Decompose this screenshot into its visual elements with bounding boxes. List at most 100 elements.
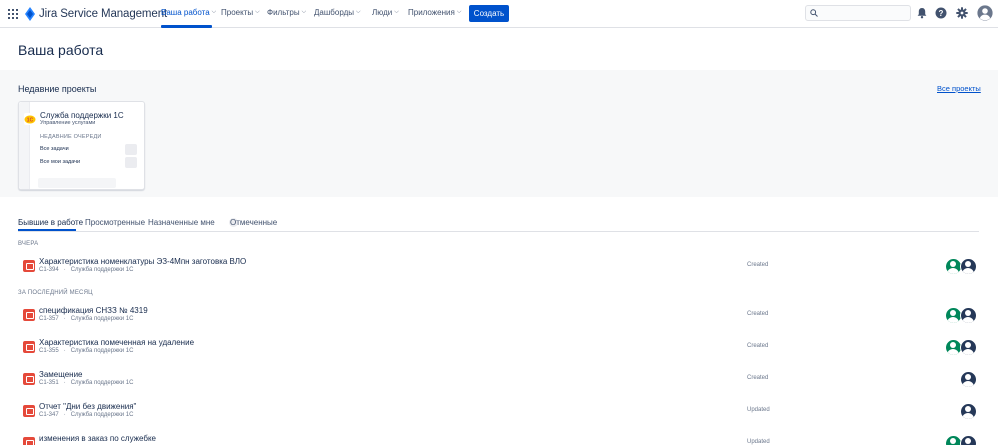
project-type: Управление услугами	[40, 120, 96, 126]
chevron-down-icon: ⌵	[456, 9, 462, 15]
nav-people[interactable]: Люди ⌵	[372, 8, 399, 17]
queue-count-badge	[125, 157, 137, 168]
list-item[interactable]: Отчет "Дни без движения" C1-347 · Служба п…	[18, 399, 979, 427]
queue-link-my-issues[interactable]: Все мои задачи	[40, 159, 80, 165]
user-avatar-icon[interactable]	[960, 403, 977, 420]
user-avatar-icon[interactable]	[960, 339, 977, 356]
request-type-icon	[23, 260, 35, 272]
separator-dot: ·	[63, 348, 66, 354]
tab-worked-on[interactable]: Бывшие в работе	[18, 218, 83, 227]
search-icon	[810, 9, 818, 17]
user-avatar-icon[interactable]	[960, 258, 977, 275]
nav-filters[interactable]: Фильтры ⌵	[267, 8, 306, 17]
activity-label: Created	[747, 311, 769, 317]
page-title: Ваша работа	[18, 42, 104, 58]
project-card-footer	[38, 178, 116, 188]
recent-projects-title: Недавние проекты	[18, 84, 97, 94]
activity-label: Created	[747, 262, 769, 268]
issue-title[interactable]: Замещение	[39, 370, 83, 379]
help-icon[interactable]: ?	[935, 7, 947, 19]
jira-logo-icon	[25, 7, 35, 21]
project-card[interactable]: 1С Служба поддержки 1С Управление услуга…	[18, 101, 145, 190]
nav-projects[interactable]: Проекты ⌵	[221, 8, 260, 17]
nav-your-work[interactable]: Ваша работа ⌵	[161, 8, 216, 17]
svg-text:?: ?	[939, 9, 944, 18]
list-item[interactable]: Характеристика номенклатуры ЭЗ-4Мпн заго…	[18, 254, 979, 282]
issue-title[interactable]: Характеристика номенклатуры ЭЗ-4Мпн заго…	[39, 257, 246, 266]
chevron-down-icon: ⌵	[211, 9, 217, 15]
chevron-down-icon: ⌵	[301, 9, 307, 15]
user-avatar-icon[interactable]	[960, 307, 977, 324]
issue-key: C1-351	[39, 380, 59, 386]
issue-key: C1-355	[39, 348, 59, 354]
active-tab-indicator	[18, 229, 76, 231]
chevron-down-icon: ⌵	[255, 9, 260, 15]
issue-title[interactable]: Отчет "Дни без движения"	[39, 402, 136, 411]
separator-dot: ·	[63, 412, 66, 418]
list-item[interactable]: Замещение C1-351 · Служба поддержки 1С Cre…	[18, 367, 979, 395]
list-item[interactable]: изменения в заказ по служебке Updated	[18, 431, 979, 445]
separator-dot: ·	[63, 380, 66, 386]
activity-label: Created	[747, 375, 769, 381]
section-heading-last-month: ЗА ПОСЛЕДНИЙ МЕСЯЦ	[18, 290, 93, 296]
separator-dot: ·	[63, 316, 66, 322]
tab-assigned-to-me[interactable]: Назначенные мне	[148, 218, 215, 227]
product-name: Jira Service Management	[39, 8, 168, 20]
jira-logo[interactable]: Jira Service Management	[24, 6, 167, 22]
chevron-down-icon: ⌵	[394, 9, 399, 15]
nav-dashboards[interactable]: Дашборды ⌵	[314, 8, 361, 17]
project-name: Служба поддержки 1С	[40, 111, 124, 120]
nav-apps[interactable]: Приложения ⌵	[408, 8, 461, 17]
issue-project: Служба поддержки 1С	[70, 412, 134, 418]
nav-label: Ваша работа	[161, 8, 210, 17]
separator-dot: ·	[63, 267, 66, 273]
settings-icon[interactable]	[956, 7, 968, 19]
user-avatar-icon[interactable]	[960, 371, 977, 388]
issue-key: C1-394	[39, 267, 59, 273]
request-type-icon	[23, 309, 35, 321]
request-type-icon	[23, 405, 35, 417]
nav-label: Приложения	[408, 8, 455, 17]
issue-title[interactable]: спецификация СНЗЗ № 4319	[39, 306, 148, 315]
create-button[interactable]: Создать	[469, 5, 509, 22]
issue-meta: C1-357 · Служба поддержки 1С	[39, 316, 133, 322]
issue-project: Служба поддержки 1С	[70, 267, 134, 273]
tab-viewed[interactable]: Просмотренные	[85, 218, 145, 227]
issue-meta: C1-355 · Служба поддержки 1С	[39, 348, 133, 354]
request-type-icon	[23, 373, 35, 385]
activity-label: Created	[747, 343, 769, 349]
activity-label: Updated	[747, 407, 770, 413]
issue-title[interactable]: изменения в заказ по служебке	[39, 434, 156, 443]
recent-queues-heading: НЕДАВНИЕ ОЧЕРЕДИ	[40, 134, 102, 140]
chevron-down-icon: ⌵	[356, 9, 361, 15]
top-navigation: Jira Service Management Ваша работа ⌵ Про…	[0, 0, 998, 28]
activity-label: Updated	[747, 439, 770, 445]
nav-label: Дашборды	[314, 8, 354, 17]
issue-key: C1-347	[39, 412, 59, 418]
svg-text:1С: 1С	[27, 118, 34, 124]
request-type-icon	[23, 341, 35, 353]
issue-meta: C1-351 · Служба поддержки 1С	[39, 380, 133, 386]
recent-projects-section	[0, 70, 998, 197]
app-switcher-icon[interactable]	[8, 9, 18, 19]
notifications-icon[interactable]	[916, 7, 928, 19]
list-item[interactable]: Характеристика помеченная на удаление C1…	[18, 335, 979, 363]
project-avatar-icon: 1С	[24, 113, 36, 125]
section-heading-yesterday: ВЧЕРА	[18, 241, 39, 247]
all-projects-link[interactable]: Все проекты	[937, 84, 981, 93]
search-field[interactable]	[805, 5, 911, 21]
nav-label: Проекты	[221, 8, 254, 17]
queue-count-badge	[125, 144, 137, 155]
profile-avatar-icon[interactable]	[977, 5, 993, 21]
nav-label: Люди	[372, 8, 393, 17]
nav-label: Фильтры	[267, 8, 300, 17]
tab-starred[interactable]: Отмеченные	[230, 218, 277, 227]
list-item[interactable]: спецификация СНЗЗ № 4319 C1-357 · Служба п…	[18, 303, 979, 331]
search-input[interactable]	[821, 7, 907, 19]
issue-project: Служба поддержки 1С	[70, 348, 134, 354]
issue-title[interactable]: Характеристика помеченная на удаление	[39, 338, 194, 347]
issue-meta: C1-347 · Служба поддержки 1С	[39, 412, 133, 418]
request-type-icon	[23, 437, 35, 445]
queue-link-all-issues[interactable]: Все задачи	[40, 146, 69, 152]
user-avatar-icon[interactable]	[960, 435, 977, 445]
